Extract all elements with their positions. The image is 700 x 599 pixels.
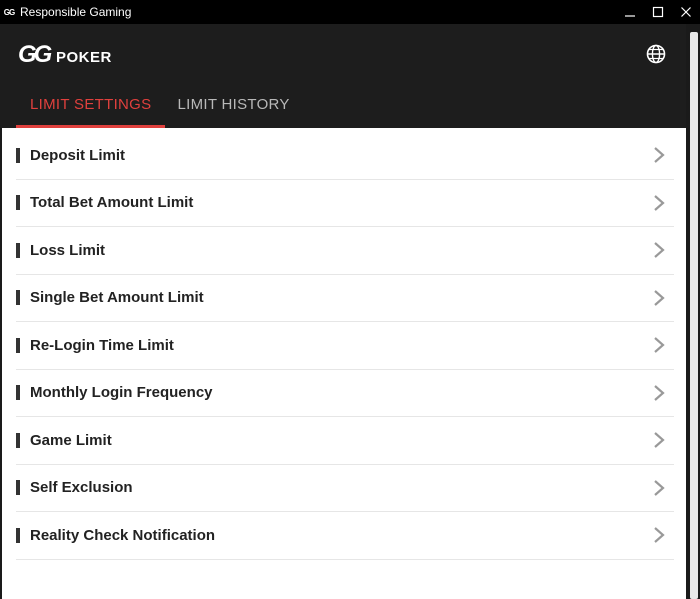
limit-list: Deposit Limit Total Bet Amount Limit Los… [16,132,674,560]
chevron-right-icon [654,337,665,354]
item-label: Re-Login Time Limit [30,336,174,354]
chevron-right-icon [654,242,665,259]
list-item-self-exclusion[interactable]: Self Exclusion [16,465,674,512]
chevron-right-icon [654,289,665,306]
item-label: Loss Limit [30,241,106,259]
item-label: Single Bet Amount Limit [30,289,204,307]
responsible-gaming-window: GG Responsible Gaming GG POKER LIMIT SET… [0,0,700,599]
item-label: Self Exclusion [30,479,133,497]
chevron-right-icon [654,479,665,496]
maximize-button[interactable] [644,0,672,24]
svg-text:POKER: POKER [56,49,112,66]
list-item-re-login-time-limit[interactable]: Re-Login Time Limit [16,322,674,370]
tab-bar: LIMIT SETTINGS LIMIT HISTORY [16,80,304,128]
item-marker [16,242,20,258]
chevron-right-icon [654,384,665,401]
item-label: Reality Check Notification [30,526,216,544]
minimize-icon [625,15,635,17]
title-bar: GG Responsible Gaming [0,0,700,24]
item-marker [16,385,20,401]
list-item-reality-check-notification[interactable]: Reality Check Notification [16,512,674,560]
item-marker [16,290,20,306]
item-marker [16,337,20,353]
list-item-single-bet-amount-limit[interactable]: Single Bet Amount Limit [16,275,674,322]
item-label: Deposit Limit [30,146,126,164]
item-marker [16,480,20,496]
ggpoker-logo: GG POKER [18,41,112,68]
item-marker [16,147,20,163]
close-icon [681,7,691,17]
list-item-loss-limit[interactable]: Loss Limit [16,227,674,275]
list-item-deposit-limit[interactable]: Deposit Limit [16,132,674,180]
app-header: GG POKER LIMIT SETTINGS LIMIT HISTORY [0,24,700,128]
item-label: Total Bet Amount Limit [30,194,194,212]
tab-limit-settings[interactable]: LIMIT SETTINGS [16,80,166,128]
item-marker [16,432,20,448]
minimize-button[interactable] [616,0,644,24]
scrollbar-track[interactable] [690,32,698,599]
chevron-right-icon [654,432,665,449]
scrollbar[interactable] [686,24,700,599]
limit-settings-panel: Deposit Limit Total Bet Amount Limit Los… [2,128,686,599]
item-marker [16,195,20,211]
chevron-right-icon [654,194,665,211]
maximize-icon [652,6,664,18]
globe-icon[interactable] [645,43,667,65]
tab-limit-history[interactable]: LIMIT HISTORY [165,80,303,128]
close-button[interactable] [672,0,700,24]
list-item-total-bet-amount-limit[interactable]: Total Bet Amount Limit [16,180,674,227]
list-item-monthly-login-frequency[interactable]: Monthly Login Frequency [16,370,674,417]
window-controls [616,0,700,24]
item-label: Game Limit [30,431,112,449]
list-item-game-limit[interactable]: Game Limit [16,417,674,465]
item-marker [16,527,20,543]
svg-text:GG: GG [18,41,52,68]
item-label: Monthly Login Frequency [30,384,213,402]
chevron-right-icon [654,527,665,544]
chevron-right-icon [654,147,665,164]
window-title: Responsible Gaming [20,5,132,19]
app-logo-icon: GG [3,7,15,17]
